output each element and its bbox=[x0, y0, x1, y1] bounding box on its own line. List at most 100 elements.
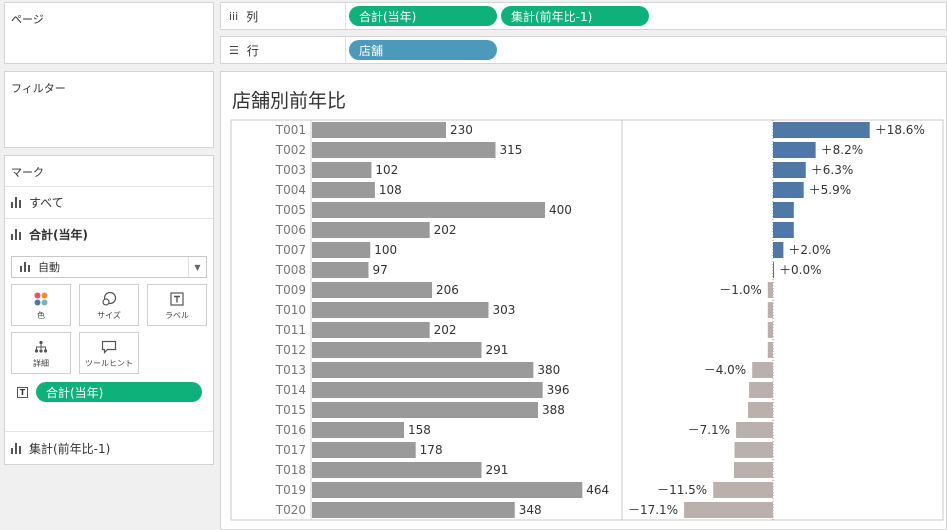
marks-all-row[interactable]: すべて bbox=[5, 186, 213, 218]
bar-current bbox=[312, 482, 583, 498]
chevron-down-icon[interactable]: ▼ bbox=[188, 257, 206, 277]
rows-icon: ☰ bbox=[229, 43, 239, 57]
category-label: T010 bbox=[275, 303, 306, 317]
bar-current bbox=[312, 282, 432, 298]
data-label-current: 291 bbox=[486, 463, 509, 477]
pages-panel[interactable]: ページ bbox=[4, 2, 214, 64]
detail-tree-icon bbox=[32, 338, 50, 356]
bar-yoy-negative bbox=[713, 482, 773, 498]
bar-current bbox=[312, 382, 543, 398]
view-area: 店舗別前年比 T001 230 ＋18.6% T002 315 ＋8.2% T003 102 ＋… bbox=[220, 71, 947, 530]
row-pill-store[interactable]: 店舗 bbox=[349, 40, 497, 60]
rows-shelf-label-cell: ☰ 行 bbox=[221, 37, 346, 63]
data-label-current: 315 bbox=[499, 143, 522, 157]
pages-title: ページ bbox=[11, 13, 44, 26]
bar-current bbox=[312, 222, 430, 238]
bar-current bbox=[312, 202, 545, 218]
data-label-current: 158 bbox=[408, 423, 431, 437]
bar-yoy-positive bbox=[773, 222, 794, 238]
data-label-current: 464 bbox=[586, 483, 609, 497]
data-label-current: 380 bbox=[537, 363, 560, 377]
category-label: T013 bbox=[275, 363, 306, 377]
column-pill-current[interactable]: 合計(当年) bbox=[349, 6, 497, 26]
label-button[interactable]: ラベル bbox=[147, 284, 207, 326]
data-label-current: 102 bbox=[375, 163, 398, 177]
label-field-row: T 合計(当年) bbox=[5, 374, 213, 402]
columns-icon: iii bbox=[229, 9, 239, 23]
tooltip-bubble-icon bbox=[100, 338, 118, 356]
marks-secondary-label: 集計(前年比-1) bbox=[29, 442, 111, 456]
rows-shelf-label: 行 bbox=[246, 43, 259, 58]
label-field-pill[interactable]: 合計(当年) bbox=[36, 382, 202, 402]
data-label-yoy: －17.1% bbox=[628, 503, 678, 517]
data-label-yoy: ＋2.0% bbox=[788, 243, 831, 257]
data-label-yoy: ＋18.6% bbox=[875, 123, 925, 137]
bar-chart-icon bbox=[11, 197, 23, 208]
data-label-current: 202 bbox=[434, 323, 457, 337]
category-label: T016 bbox=[275, 423, 306, 437]
bar-chart: T001 230 ＋18.6% T002 315 ＋8.2% T003 102 ＋6.3% T00… bbox=[230, 119, 944, 521]
text-label-icon: T bbox=[17, 386, 28, 398]
bar-chart-icon bbox=[11, 229, 23, 240]
filters-title: フィルター bbox=[11, 82, 66, 95]
category-label: T003 bbox=[275, 163, 306, 177]
bar-current bbox=[312, 142, 496, 158]
data-label-current: 291 bbox=[486, 343, 509, 357]
bar-yoy-negative bbox=[767, 302, 773, 318]
bar-yoy-negative bbox=[734, 442, 773, 458]
bar-yoy-negative bbox=[767, 282, 773, 298]
data-label-yoy: ＋0.0% bbox=[779, 263, 822, 277]
marks-secondary-row[interactable]: 集計(前年比-1) bbox=[5, 431, 213, 465]
data-label-yoy: －11.5% bbox=[657, 483, 707, 497]
filters-panel[interactable]: フィルター bbox=[4, 71, 214, 148]
category-label: T009 bbox=[275, 283, 306, 297]
bar-current bbox=[312, 262, 369, 278]
rows-shelf[interactable]: ☰ 行 店舗 bbox=[220, 36, 947, 64]
bar-yoy-negative bbox=[767, 342, 773, 358]
color-button[interactable]: 色 bbox=[11, 284, 71, 326]
data-label-yoy: ＋5.9% bbox=[809, 183, 852, 197]
category-label: T011 bbox=[275, 323, 306, 337]
bar-yoy-negative bbox=[749, 382, 773, 398]
size-button[interactable]: サイズ bbox=[79, 284, 139, 326]
columns-shelf-label-cell: iii 列 bbox=[221, 3, 346, 29]
marks-panel: マーク すべて 合計(当年) 自動 ▼ 色 サイズ ラベル 詳細 ツールヒント … bbox=[4, 155, 214, 465]
text-label-icon bbox=[168, 290, 186, 308]
bar-yoy-positive bbox=[773, 262, 774, 278]
bar-yoy-positive bbox=[773, 122, 870, 138]
data-label-current: 97 bbox=[373, 263, 388, 277]
bar-current bbox=[312, 442, 416, 458]
bar-yoy-positive bbox=[773, 162, 806, 178]
data-label-current: 400 bbox=[549, 203, 572, 217]
bar-current bbox=[312, 242, 371, 258]
bar-yoy-negative bbox=[736, 422, 773, 438]
category-label: T007 bbox=[275, 243, 306, 257]
columns-shelf[interactable]: iii 列 合計(当年) 集計(前年比-1) bbox=[220, 2, 947, 30]
category-label: T002 bbox=[275, 143, 306, 157]
bar-yoy-positive bbox=[773, 182, 804, 198]
tooltip-button[interactable]: ツールヒント bbox=[79, 332, 139, 374]
category-label: T014 bbox=[275, 383, 306, 397]
data-label-yoy: ＋6.3% bbox=[811, 163, 854, 177]
bar-yoy-negative bbox=[748, 402, 773, 418]
bar-yoy-positive bbox=[773, 202, 794, 218]
data-label-current: 388 bbox=[542, 403, 565, 417]
category-label: T008 bbox=[275, 263, 306, 277]
detail-button[interactable]: 詳細 bbox=[11, 332, 71, 374]
bar-current bbox=[312, 502, 515, 518]
bar-yoy-negative bbox=[684, 502, 773, 518]
data-label-current: 100 bbox=[374, 243, 397, 257]
marks-current-row[interactable]: 合計(当年) bbox=[5, 218, 213, 250]
chart-frame bbox=[230, 119, 944, 521]
data-label-current: 108 bbox=[379, 183, 402, 197]
mark-type-dropdown[interactable]: 自動 ▼ bbox=[11, 256, 207, 278]
bar-yoy-negative bbox=[734, 462, 773, 478]
category-label: T018 bbox=[275, 463, 306, 477]
detail-button-label: 詳細 bbox=[33, 358, 49, 368]
size-circles-icon bbox=[100, 290, 118, 308]
bar-current bbox=[312, 122, 446, 138]
column-pill-yoy[interactable]: 集計(前年比-1) bbox=[501, 6, 649, 26]
category-label: T006 bbox=[275, 223, 306, 237]
bar-current bbox=[312, 322, 430, 338]
size-button-label: サイズ bbox=[97, 310, 121, 320]
